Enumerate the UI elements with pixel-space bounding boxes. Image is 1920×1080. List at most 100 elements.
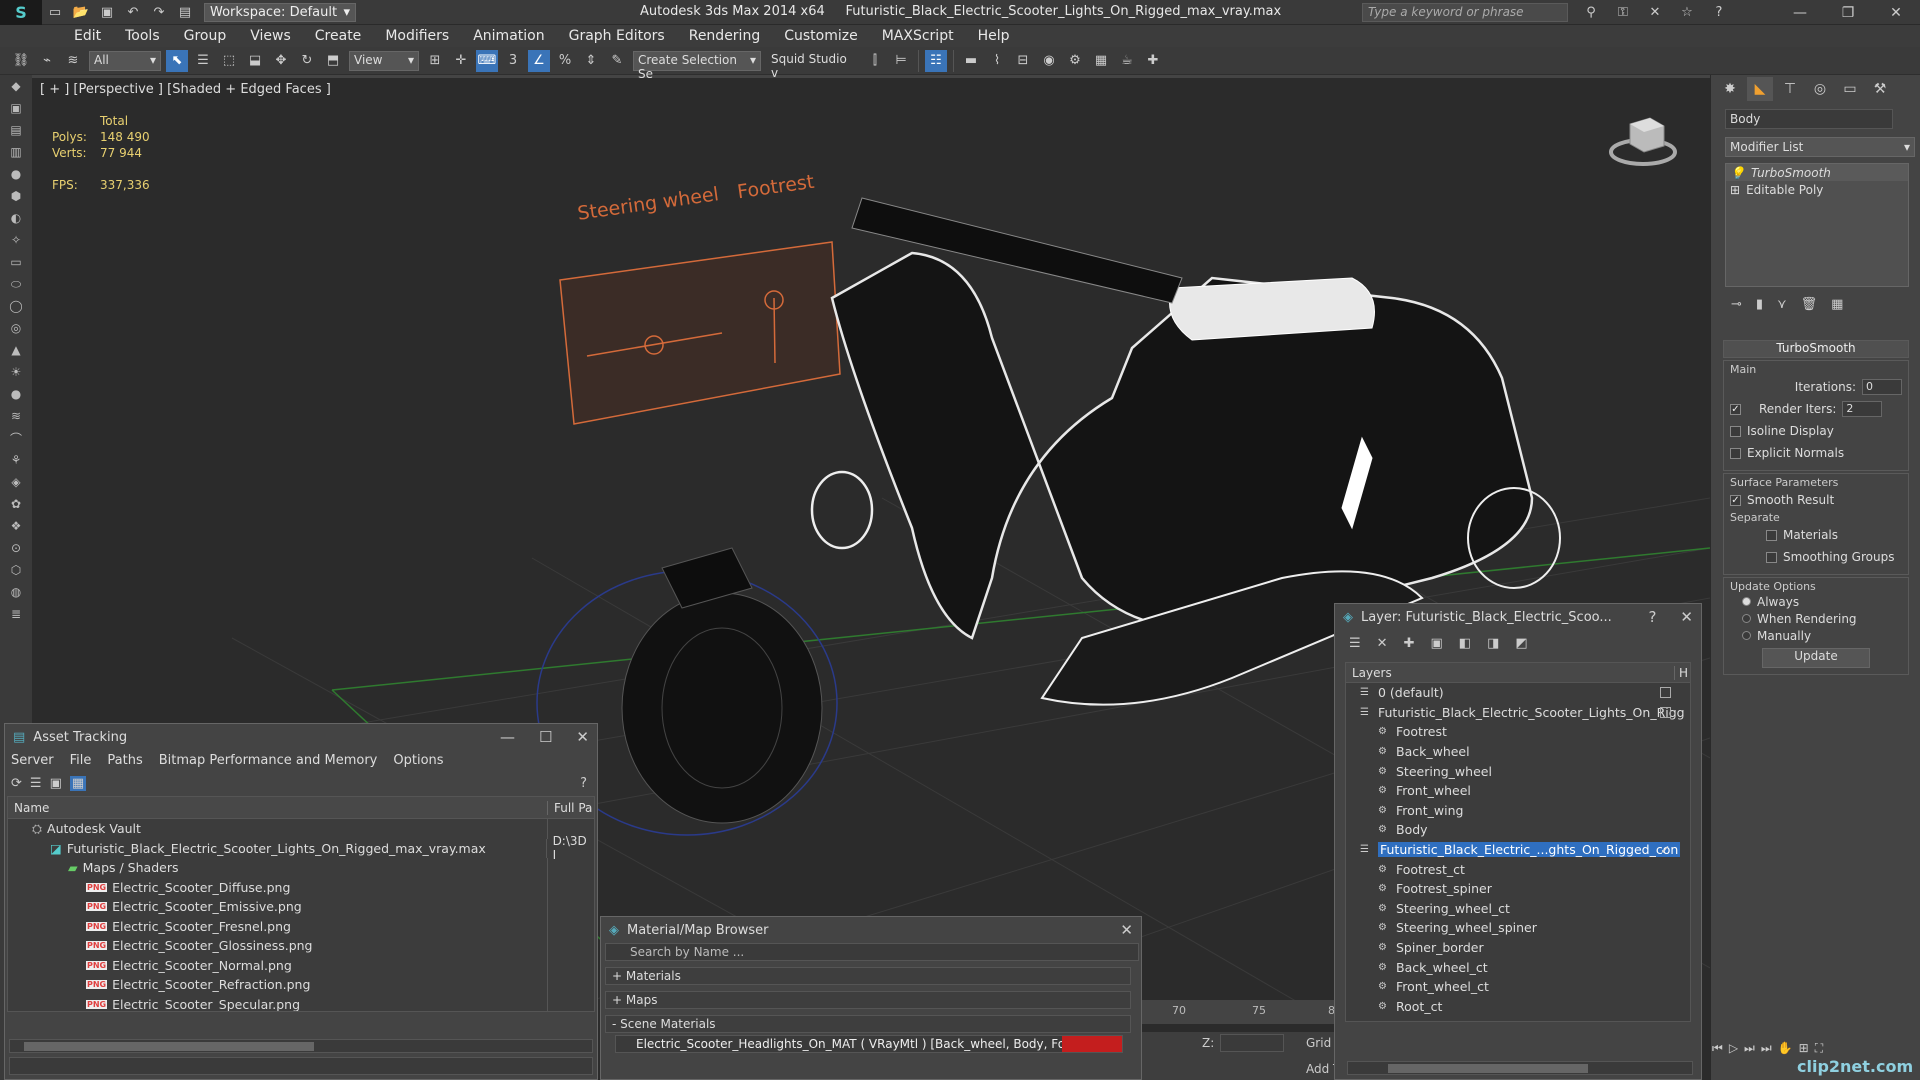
menu-group[interactable]: Group <box>172 28 239 44</box>
help-icon[interactable]: ? <box>580 776 587 791</box>
layer-object-row[interactable]: ⚙ Root_ct <box>1346 997 1690 1017</box>
material-browser-titlebar[interactable]: ◈ Material/Map Browser ✕ <box>601 917 1141 943</box>
asset-row[interactable]: PNG Electric_Scooter_Fresnel.png <box>8 916 594 936</box>
scrollbar-thumb[interactable] <box>1388 1064 1588 1073</box>
hide-checkbox[interactable] <box>1660 706 1671 718</box>
tool-icon[interactable]: ≋ <box>0 405 32 427</box>
select-by-name-icon[interactable]: ☰ <box>192 50 214 72</box>
tool-icon[interactable]: ◆ <box>0 75 32 97</box>
layer-object-row[interactable]: ⚙ Steering_wheel_spiner <box>1346 918 1690 938</box>
asset-row[interactable]: PNG Electric_Scooter_Normal.png <box>8 955 594 975</box>
timeline-ruler[interactable]: 70 75 8 <box>1142 1000 1342 1024</box>
move-icon[interactable]: ✥ <box>270 50 292 72</box>
menu-rendering[interactable]: Rendering <box>677 28 773 44</box>
tool-icon[interactable]: ◍ <box>0 581 32 603</box>
keyboard-shortcut-override-icon[interactable]: ⌨ <box>476 49 498 72</box>
rectangle-selection-icon[interactable]: ⬚ <box>218 50 240 72</box>
app-menu-button[interactable]: S <box>0 0 42 25</box>
asset-menu-server[interactable]: Server <box>11 753 54 768</box>
zoom-extents-icon[interactable]: ⊞ <box>1799 1041 1809 1055</box>
undo-icon[interactable]: ↶ <box>122 3 144 21</box>
edit-named-selection-icon[interactable]: ✎ <box>606 50 628 72</box>
configure-modifier-sets-icon[interactable]: ▦ <box>1831 297 1843 312</box>
modify-tab-icon[interactable]: ◣ <box>1747 77 1773 101</box>
rollout-title[interactable]: TurboSmooth <box>1723 340 1909 358</box>
menu-views[interactable]: Views <box>238 28 303 44</box>
list-view-icon[interactable]: ☰ <box>30 776 42 791</box>
menu-animation[interactable]: Animation <box>461 28 556 44</box>
align-icon[interactable]: ⊨ <box>890 50 912 72</box>
material-search-input[interactable]: Search by Name ... <box>605 943 1139 961</box>
expand-icon[interactable]: ⊞ <box>1730 183 1740 197</box>
smooth-result-checkbox[interactable]: ✓ <box>1730 494 1741 506</box>
layer-manager-icon[interactable]: ☷ <box>925 49 947 72</box>
asset-row[interactable]: PNG Electric_Scooter_Glossiness.png <box>8 936 594 956</box>
schematic-view-icon[interactable]: ⊟ <box>1012 50 1034 72</box>
scene-materials-group[interactable]: - Scene Materials <box>605 1015 1131 1033</box>
delete-layer-icon[interactable]: ✕ <box>1377 636 1388 651</box>
pin-stack-icon[interactable]: ⊸ <box>1731 297 1742 312</box>
tool-icon[interactable]: ● <box>0 163 32 185</box>
layer-object-row[interactable]: ⚙ Front_wheel_ct <box>1346 977 1690 997</box>
save-icon[interactable]: ▣ <box>96 3 118 21</box>
reference-coord-dropdown[interactable]: View ▾ <box>349 50 419 71</box>
key-icon[interactable]: ⚿ <box>1612 3 1634 21</box>
layer-object-row[interactable]: ⚙ Spiner_border <box>1346 938 1690 958</box>
tool-icon[interactable]: ◐ <box>0 207 32 229</box>
layer-object-row[interactable]: ⚙ Footrest <box>1346 722 1690 742</box>
curve-editor-icon[interactable]: ⌇ <box>986 50 1008 72</box>
asset-menu-bitmap[interactable]: Bitmap Performance and Memory <box>159 753 378 768</box>
star-icon[interactable]: ☆ <box>1676 3 1698 21</box>
select-object-icon[interactable]: ⬉ <box>166 49 188 72</box>
menu-maxscript[interactable]: MAXScript <box>870 28 966 44</box>
add-to-layer-icon[interactable]: ✚ <box>1404 636 1415 651</box>
vray-icon[interactable]: ✚ <box>1142 50 1164 72</box>
iterations-spinner[interactable]: 0 <box>1862 379 1902 395</box>
select-layer-objects-icon[interactable]: ▣ <box>1430 636 1442 651</box>
menu-create[interactable]: Create <box>303 28 374 44</box>
table-view-icon[interactable]: ▦ <box>69 775 87 791</box>
goto-start-icon[interactable]: ⏮ <box>1712 1041 1723 1056</box>
graphite-ribbon-icon[interactable]: ▬ <box>960 50 982 72</box>
render-production-icon[interactable]: ☕ <box>1116 50 1138 72</box>
menu-graph-editors[interactable]: Graph Editors <box>557 28 677 44</box>
tool-icon[interactable]: ❖ <box>0 515 32 537</box>
mirror-icon[interactable]: ⫿ <box>864 50 886 72</box>
close-icon[interactable]: ✕ <box>1872 0 1920 25</box>
tool-icon[interactable]: ✿ <box>0 493 32 515</box>
tool-icon[interactable]: ⚘ <box>0 449 32 471</box>
selection-filter-dropdown[interactable]: All ▾ <box>89 50 161 71</box>
menu-edit[interactable]: Edit <box>62 28 113 44</box>
tool-icon[interactable]: ▤ <box>0 119 32 141</box>
hide-checkbox[interactable] <box>1660 687 1671 699</box>
tool-icon[interactable]: ≣ <box>0 603 32 625</box>
tool-icon[interactable]: ▣ <box>0 97 32 119</box>
asset-tracking-titlebar[interactable]: ▤ Asset Tracking — ☐ ✕ <box>5 724 597 750</box>
asset-row[interactable]: PNG Electric_Scooter_Refraction.png <box>8 975 594 995</box>
tool-icon[interactable]: ● <box>0 383 32 405</box>
render-setup-icon[interactable]: ⚙ <box>1064 50 1086 72</box>
asset-row[interactable]: PNG Electric_Scooter_Emissive.png <box>8 897 594 917</box>
create-tab-icon[interactable]: ✸ <box>1717 77 1743 101</box>
smoothing-groups-checkbox[interactable] <box>1766 551 1777 563</box>
project-folder-icon[interactable]: ▤ <box>174 3 196 21</box>
unlink-icon[interactable]: ⌁ <box>36 50 58 72</box>
update-button[interactable]: Update <box>1762 648 1870 668</box>
minimize-icon[interactable]: — <box>1776 0 1824 25</box>
squid-studio-dropdown[interactable]: Squid Studio v <box>767 51 859 80</box>
col-layers[interactable]: Layers <box>1352 666 1392 680</box>
rotate-icon[interactable]: ↻ <box>296 50 318 72</box>
workspace-dropdown[interactable]: Workspace: Default ▾ <box>204 2 356 22</box>
tool-icon[interactable]: ▭ <box>0 251 32 273</box>
viewport-label[interactable]: [ + ] [Perspective ] [Shaded + Edged Fac… <box>40 82 331 97</box>
maps-group[interactable]: + Maps <box>605 991 1131 1009</box>
render-iters-spinner[interactable]: 2 <box>1842 401 1883 417</box>
scrollbar-thumb[interactable] <box>24 1042 314 1051</box>
scale-icon[interactable]: ⬒ <box>322 50 344 72</box>
tool-icon[interactable]: ⬢ <box>0 185 32 207</box>
asset-menu-file[interactable]: File <box>70 753 92 768</box>
modifier-list-dropdown[interactable]: Modifier List ▾ <box>1725 137 1915 157</box>
layer-window-titlebar[interactable]: ◈ Layer: Futuristic_Black_Electric_Scoo.… <box>1335 604 1701 630</box>
scene-material-entry[interactable]: Electric_Scooter_Headlights_On_MAT ( VRa… <box>615 1035 1123 1053</box>
rig-control-panel[interactable] <box>559 241 841 425</box>
